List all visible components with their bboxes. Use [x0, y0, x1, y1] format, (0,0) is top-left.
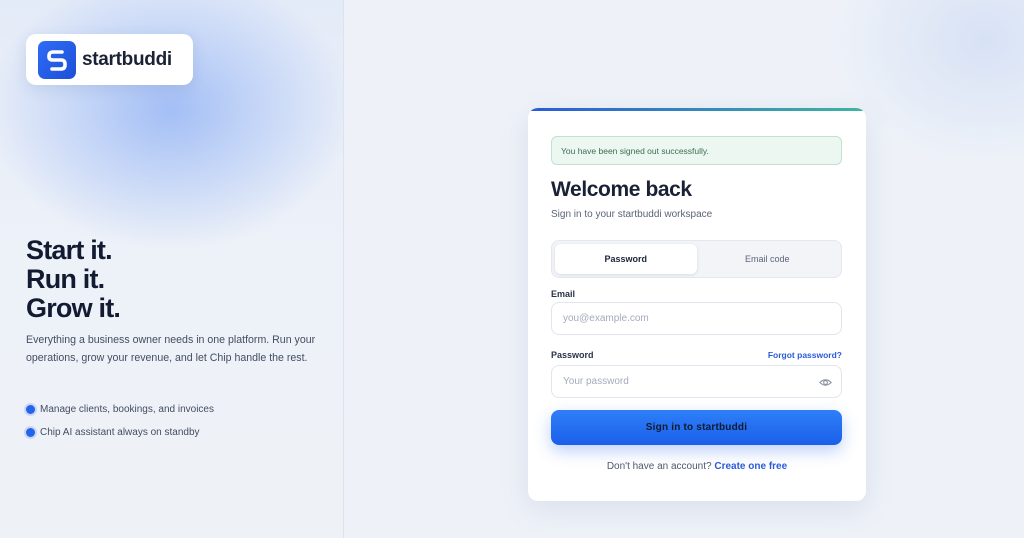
- feature-item: Manage clients, bookings, and invoices: [26, 403, 214, 415]
- tab-email-code[interactable]: Email code: [697, 244, 839, 274]
- startbuddi-logo-icon: [38, 40, 76, 79]
- signup-prompt: Don't have an account? Create one free: [528, 461, 866, 472]
- brand-logo[interactable]: startbuddi: [26, 34, 193, 85]
- feature-list: Manage clients, bookings, and invoices C…: [26, 403, 214, 449]
- create-account-link[interactable]: Create one free: [714, 461, 787, 472]
- bullet-dot-icon: [26, 404, 35, 414]
- email-field[interactable]: [552, 303, 841, 334]
- left-hero-panel: startbuddi Start it. Run it. Grow it. Ev…: [0, 0, 344, 538]
- signin-subtitle: Sign in to your startbuddi workspace: [551, 209, 713, 220]
- hero-headline: Start it. Run it. Grow it.: [26, 235, 121, 323]
- brand-name: startbuddi: [82, 48, 172, 70]
- card-accent-bar: [528, 108, 866, 111]
- bullet-dot-icon: [26, 427, 35, 437]
- signin-card: You have been signed out successfully. W…: [528, 108, 866, 501]
- eye-icon[interactable]: [819, 376, 832, 389]
- headline-line: Grow it.: [26, 293, 121, 323]
- signin-title: Welcome back: [551, 178, 692, 201]
- feature-text: Chip AI assistant always on standby: [40, 426, 200, 438]
- headline-line: Run it.: [26, 264, 105, 294]
- headline-line: Start it.: [26, 235, 113, 265]
- feature-text: Manage clients, bookings, and invoices: [40, 403, 214, 415]
- tab-password[interactable]: Password: [555, 244, 697, 274]
- sign-in-button[interactable]: Sign in to startbuddi: [551, 410, 842, 445]
- email-label: Email: [551, 289, 576, 299]
- email-field-wrapper: [551, 302, 842, 335]
- password-field-wrapper: [551, 365, 842, 398]
- auth-method-tabs: Password Email code: [551, 240, 842, 278]
- password-field[interactable]: [552, 366, 841, 397]
- feature-item: Chip AI assistant always on standby: [26, 426, 214, 438]
- signup-prompt-text: Don't have an account?: [606, 461, 712, 472]
- password-label: Password: [551, 350, 594, 360]
- forgot-password-link[interactable]: Forgot password?: [768, 350, 842, 360]
- hero-description: Everything a business owner needs in one…: [26, 334, 316, 364]
- signed-out-notice: You have been signed out successfully.: [551, 136, 842, 165]
